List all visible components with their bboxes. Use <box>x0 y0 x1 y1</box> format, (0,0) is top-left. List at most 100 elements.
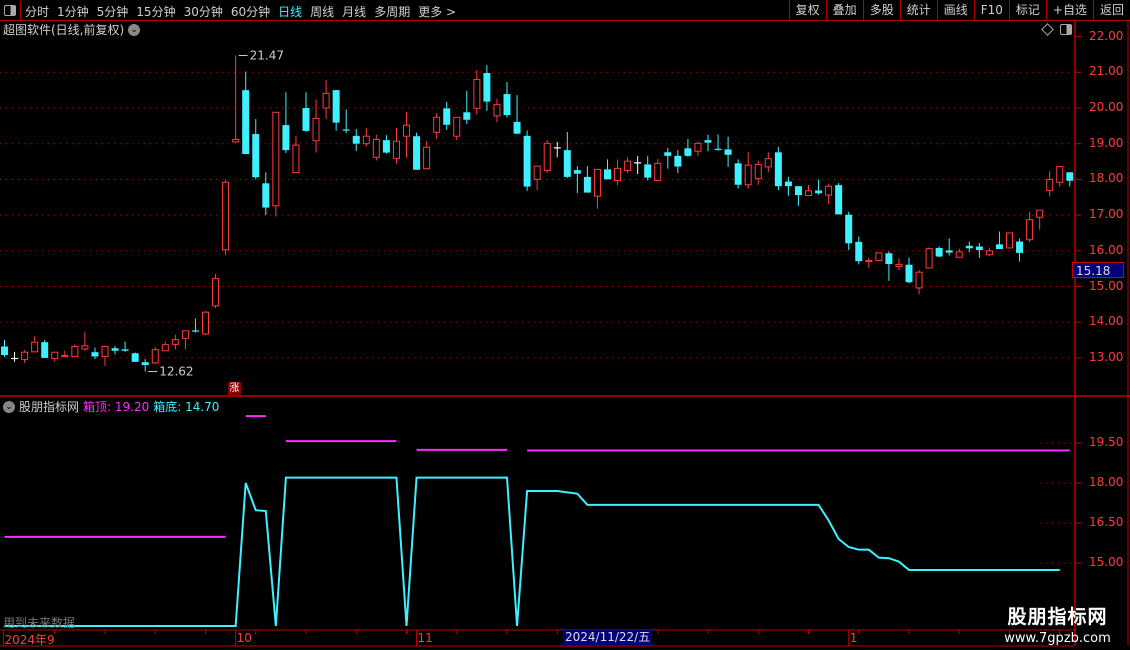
candle-body-down <box>704 140 712 143</box>
candle-body-down <box>302 108 310 131</box>
candle-body-down <box>242 90 250 155</box>
candle-body-up <box>493 103 501 117</box>
candle-body-up <box>624 160 632 171</box>
candle-body-up <box>433 116 441 133</box>
indicator-axis-label: 19.50 <box>1089 435 1124 449</box>
candle-body-down <box>91 352 99 357</box>
candle-body-down <box>835 185 843 215</box>
candle-body-down <box>905 264 913 283</box>
kline-chart[interactable]: 21.47 12.62 <box>0 0 1130 650</box>
candle-body-down <box>483 73 491 102</box>
candle-body-down <box>995 244 1003 250</box>
candle-body-up <box>764 158 772 168</box>
candle-body-up <box>362 135 370 145</box>
price-axis-label: 21.00 <box>1089 64 1124 79</box>
candle-body-up <box>81 345 89 350</box>
candle-body-down <box>111 348 119 351</box>
watermark: 股朋指标网 www.7gpzb.com <box>985 602 1130 646</box>
candle-body-up <box>825 185 833 196</box>
candle-body-up <box>754 163 762 180</box>
candle-body-up <box>101 345 109 357</box>
price-axis-label: 16.00 <box>1089 242 1124 257</box>
price-axis-label: 13.00 <box>1089 349 1124 364</box>
candle-body-down <box>352 135 360 144</box>
price-axis-label: 17.00 <box>1089 207 1124 222</box>
candle-body-down <box>503 94 511 116</box>
future-data-note: 用到未来数据 <box>3 616 76 630</box>
candle-body-up <box>915 271 923 289</box>
candle-body-down <box>191 330 199 332</box>
candle-body-up <box>955 251 963 258</box>
candle-body-up <box>161 344 169 352</box>
candle-body-up <box>403 124 410 137</box>
candle-body-up <box>272 111 280 207</box>
price-marker: 12.62 <box>159 364 193 378</box>
price-tag: 15.18 <box>1072 262 1124 278</box>
candle-body-doji <box>11 357 19 360</box>
candle-body-up <box>31 341 39 353</box>
candle-body-up <box>895 263 903 268</box>
candle-body-down <box>131 353 139 362</box>
candle-body-down <box>332 90 340 123</box>
candle-body-down <box>794 186 802 196</box>
candle-body-down <box>774 152 782 187</box>
candle-body-up <box>292 144 300 174</box>
candle-body-up <box>1026 219 1034 241</box>
candle-body-down <box>664 152 672 156</box>
indicator-axis-label: 16.50 <box>1089 515 1124 529</box>
candle-body-down <box>413 136 421 170</box>
candle-body-up <box>222 181 230 251</box>
candle-body-down <box>1016 241 1024 253</box>
candle-body-doji <box>634 162 642 164</box>
price-marker: 21.47 <box>250 49 284 63</box>
candle-body-down <box>644 164 652 178</box>
candle-body-down <box>714 148 722 150</box>
candle-body-up <box>1056 166 1064 183</box>
candle-body-down <box>121 349 129 351</box>
watermark-name: 股朋指标网 <box>1007 606 1108 628</box>
candle-body-up <box>181 330 189 339</box>
candle-body-up <box>1046 178 1054 191</box>
candle-body-up <box>614 167 622 181</box>
candle-body-up <box>71 345 79 357</box>
candle-body-down <box>724 149 732 155</box>
price-axis-label: 19.00 <box>1089 135 1124 150</box>
candle-body-down <box>784 181 792 187</box>
candle-body-up <box>392 140 400 159</box>
candle-body-down <box>382 140 390 153</box>
candle-body-up <box>21 351 29 360</box>
candle-body-up <box>925 248 933 269</box>
limit-up-badge: 涨 <box>228 382 241 395</box>
candle-body-up <box>654 162 662 181</box>
candle-body-down <box>573 170 581 174</box>
candle-body-down <box>855 241 863 262</box>
candle-body-down <box>41 342 49 358</box>
candle-body-up <box>875 252 883 261</box>
candle-body-down <box>845 214 853 244</box>
candle-body-up <box>61 354 69 358</box>
watermark-url: www.7gpzb.com <box>1004 631 1111 646</box>
candle-body-down <box>523 135 531 187</box>
candle-body-up <box>202 311 209 335</box>
candle-body-down <box>563 150 571 177</box>
candle-body-down <box>1066 172 1074 181</box>
price-axis-label: 22.00 <box>1089 28 1124 43</box>
candle-body-down <box>965 245 973 249</box>
candle-body-up <box>593 168 601 197</box>
candle-body-down <box>734 163 742 185</box>
candle-body-up <box>312 117 320 142</box>
indicator-axis-label: 18.00 <box>1089 475 1124 489</box>
candle-body-up <box>212 278 220 307</box>
candle-body-up <box>533 165 541 180</box>
price-axis-label: 18.00 <box>1089 171 1124 186</box>
candle-body-down <box>885 253 893 265</box>
indicator-axis-label: 15.00 <box>1089 555 1124 569</box>
candle-body-up <box>473 78 481 109</box>
candle-body-down <box>684 148 692 156</box>
candle-body-up <box>865 259 873 263</box>
candle-body-up <box>322 92 330 109</box>
candle-body-down <box>262 183 270 208</box>
candle-body-down <box>252 134 260 178</box>
candle-body-down <box>935 247 943 257</box>
price-axis-label: 14.00 <box>1089 314 1124 329</box>
